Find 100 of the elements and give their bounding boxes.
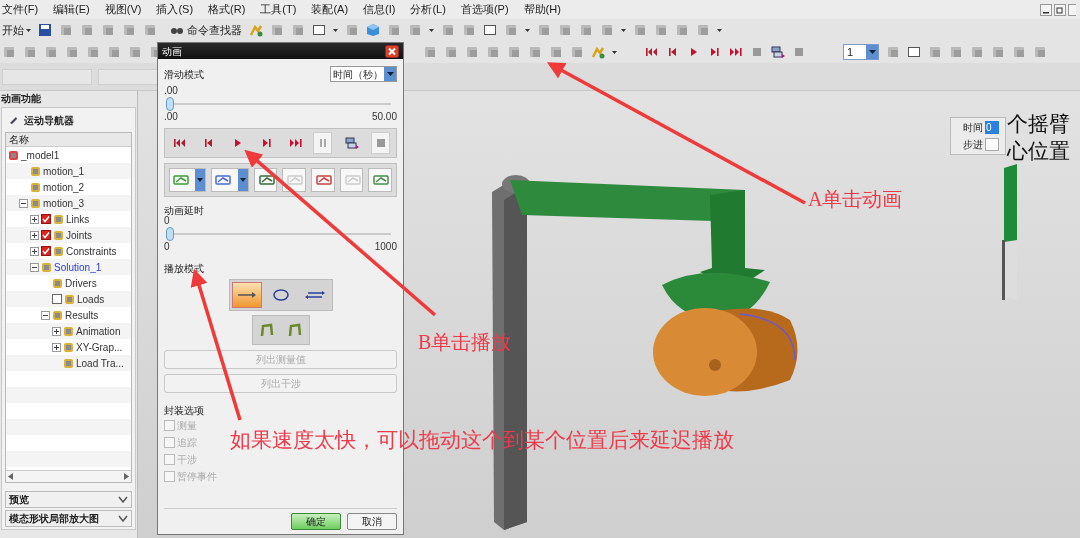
menu-item[interactable]: 帮助(H)	[523, 4, 561, 15]
menu-item[interactable]: 工具(T)	[260, 4, 297, 15]
checkbox[interactable]	[52, 294, 62, 304]
menu-item[interactable]: 视图(V)	[104, 4, 142, 15]
tree-item[interactable]: Results	[65, 307, 99, 323]
checkbox[interactable]	[164, 471, 175, 482]
dropdown-arrow-icon[interactable]	[868, 50, 876, 54]
caret-icon[interactable]	[612, 50, 617, 54]
menu-item[interactable]: 插入(S)	[156, 4, 194, 15]
tree-item[interactable]: Load Tra...	[76, 355, 124, 371]
cancel-button[interactable]: 取消	[347, 513, 397, 530]
chevron-icon[interactable]	[118, 515, 128, 522]
tool-button[interactable]	[282, 168, 307, 192]
checkbox[interactable]	[164, 454, 175, 465]
minimize-button[interactable]	[1040, 3, 1052, 16]
step-forward-icon[interactable]	[708, 45, 722, 59]
checkbox[interactable]	[164, 437, 175, 448]
tool-button[interactable]	[169, 168, 207, 192]
stop-icon[interactable]	[750, 45, 764, 59]
ok-button[interactable]: 确定	[291, 513, 341, 530]
frame-icon[interactable]	[483, 23, 497, 37]
expand-icon[interactable]	[30, 246, 39, 256]
tree-item[interactable]: motion_3	[43, 195, 85, 211]
tool-icon	[214, 173, 233, 187]
scroll-left-icon[interactable]	[8, 473, 13, 480]
animation-icon[interactable]	[249, 23, 263, 37]
slide-mode-dropdown[interactable]: 时间（秒）	[330, 66, 397, 82]
collapsed-panel[interactable]: 模态形状局部放大图	[5, 510, 132, 527]
collapse-icon[interactable]	[30, 262, 39, 272]
command-finder-button[interactable]: 命令查找器	[170, 21, 242, 39]
tree-item[interactable]: Links	[66, 211, 90, 227]
menu-item[interactable]: 格式(R)	[208, 4, 246, 15]
expand-icon[interactable]	[30, 230, 39, 240]
export-icon[interactable]	[771, 45, 785, 59]
caret-icon[interactable]	[26, 28, 31, 32]
expand-icon[interactable]	[52, 342, 61, 352]
tool-button[interactable]	[311, 168, 335, 192]
collapse-icon[interactable]	[41, 310, 50, 320]
dropdown-arrow-icon[interactable]	[386, 72, 394, 76]
tree-item[interactable]: Drivers	[65, 275, 97, 291]
tool-button[interactable]	[368, 168, 392, 192]
menu-item[interactable]: 编辑(E)	[53, 4, 90, 15]
dropdown-arrow-icon[interactable]	[239, 178, 246, 182]
caret-icon[interactable]	[333, 28, 338, 32]
save-icon[interactable]	[38, 23, 52, 37]
pause-button[interactable]	[313, 132, 333, 154]
menu-item[interactable]: 信息(I)	[363, 4, 396, 15]
caret-icon[interactable]	[621, 28, 626, 32]
tree-item[interactable]: Loads	[77, 291, 105, 307]
tree-item[interactable]: motion_2	[43, 179, 85, 195]
frame-field[interactable]: 1	[843, 44, 879, 60]
expand-icon[interactable]	[30, 214, 39, 224]
tree-item[interactable]: Constraints	[66, 243, 117, 259]
caret-icon[interactable]	[525, 28, 530, 32]
scroll-right-icon[interactable]	[124, 473, 129, 480]
collapse-icon[interactable]	[19, 198, 28, 208]
menu-item[interactable]: 装配(A)	[311, 4, 349, 15]
tool-button[interactable]	[211, 168, 249, 192]
caret-icon[interactable]	[429, 28, 434, 32]
checkbox[interactable]	[41, 246, 51, 256]
slider-thumb[interactable]	[166, 97, 174, 111]
stop-icon[interactable]	[792, 45, 806, 59]
selection-field[interactable]	[98, 68, 158, 85]
time-field[interactable]: 0	[985, 121, 999, 134]
menu-item[interactable]: 分析(L)	[410, 4, 446, 15]
checkbox[interactable]	[41, 230, 51, 240]
close-button[interactable]	[385, 44, 399, 58]
horizontal-scrollbar[interactable]	[6, 470, 131, 482]
column-header[interactable]: 名称	[6, 133, 131, 147]
menu-item[interactable]: 文件(F)	[2, 4, 39, 15]
skip-start-icon	[173, 136, 188, 150]
dropdown-arrow-icon[interactable]	[197, 178, 204, 182]
caret-icon[interactable]	[717, 28, 722, 32]
start-button[interactable]: 开始	[2, 21, 31, 39]
tree-item[interactable]: _model1	[21, 147, 60, 163]
slider-thumb[interactable]	[166, 227, 174, 241]
step-field[interactable]	[985, 138, 999, 151]
skip-end-icon	[288, 136, 303, 150]
tool-button[interactable]	[253, 168, 278, 192]
frame-icon[interactable]	[907, 45, 921, 59]
expand-icon[interactable]	[52, 326, 61, 336]
tree-item[interactable]: Animation	[76, 323, 121, 339]
tree-item[interactable]: Joints	[66, 227, 93, 243]
checkbox[interactable]	[41, 214, 51, 224]
skip-start-icon[interactable]	[645, 45, 659, 59]
tree-item[interactable]: XY-Grap...	[76, 339, 123, 355]
frame-icon[interactable]	[312, 23, 326, 37]
skip-end-icon[interactable]	[729, 45, 743, 59]
tree-item[interactable]: Solution_1	[54, 259, 102, 275]
tree-item[interactable]: motion_1	[43, 163, 85, 179]
collapsed-panel[interactable]: 预览	[5, 491, 132, 508]
node-icon	[64, 293, 75, 305]
chevron-icon[interactable]	[118, 496, 128, 503]
menu-item[interactable]: 首选项(P)	[460, 4, 509, 15]
checkbox[interactable]	[164, 420, 175, 431]
play-mode-button[interactable]	[231, 282, 262, 308]
restore-button[interactable]	[1054, 3, 1066, 16]
stop-button[interactable]	[371, 132, 390, 154]
cube-icon[interactable]	[366, 23, 380, 37]
animation-icon[interactable]	[591, 45, 605, 59]
